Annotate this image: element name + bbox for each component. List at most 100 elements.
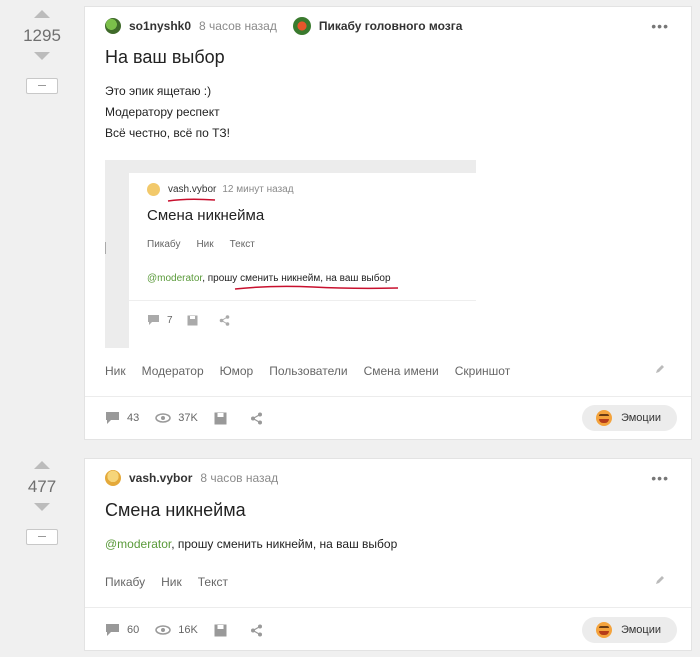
screenshot-text: @moderator, прошу сменить никнейм, на ва… (147, 273, 391, 284)
comment-icon (148, 315, 159, 325)
screenshot-author: vash.vybor (168, 184, 217, 195)
divider (105, 242, 106, 254)
comment-count: 60 (127, 624, 140, 636)
mention-link[interactable]: @moderator (105, 537, 171, 551)
downvote-arrow-icon[interactable] (34, 503, 50, 511)
save-icon (187, 315, 198, 325)
tag-link[interactable]: Ник (105, 364, 126, 378)
views-counter: 37K (155, 412, 198, 424)
emotions-button[interactable]: Эмоции (581, 617, 677, 643)
save-button[interactable] (214, 412, 234, 425)
screenshot-text-rest: , прошу сменить никнейм, на ваш выбор (202, 273, 391, 284)
screenshot-footer: 7 (147, 314, 251, 326)
screenshot-tags: Пикабу Ник Текст (147, 239, 271, 250)
edit-pencil-icon[interactable] (655, 575, 665, 585)
post-card: vash.vybor 8 часов назад ••• Смена никне… (84, 458, 692, 651)
post-title[interactable]: Смена никнейма (105, 500, 246, 521)
downvote-arrow-icon[interactable] (34, 52, 50, 60)
view-count: 16K (178, 624, 198, 636)
divider (85, 396, 691, 397)
author-link[interactable]: so1nyshk0 (129, 19, 191, 33)
eye-icon (155, 625, 171, 635)
post-body: Это эпик ящетаю :) Модератору респект Вс… (105, 81, 230, 144)
body-text: , прошу сменить никнейм, на ваш выбор (171, 537, 398, 551)
post-rating: 477 (27, 477, 57, 496)
more-options-icon[interactable]: ••• (651, 471, 669, 485)
post-title[interactable]: На ваш выбор (105, 47, 225, 68)
post-screenshot-image[interactable]: vash.vybor 12 минут назад Смена никнейма… (105, 160, 476, 348)
share-button[interactable] (250, 624, 270, 637)
tag-link[interactable]: Текст (198, 575, 228, 589)
save-icon-wrap (187, 315, 205, 326)
save-button[interactable] (214, 624, 234, 637)
comments-button[interactable]: 60 (105, 623, 139, 637)
screenshot-title: Смена никнейма (147, 207, 265, 224)
emotions-button[interactable]: Эмоции (581, 405, 677, 431)
screenshot-tag: Текст (229, 239, 255, 250)
laughing-emoji-icon (595, 410, 612, 426)
save-icon (214, 624, 227, 636)
avatar[interactable] (105, 18, 121, 34)
tag-link[interactable]: Пользователи (269, 364, 347, 378)
edit-pencil-icon[interactable] (655, 364, 665, 374)
screenshot-card: vash.vybor 12 минут назад Смена никнейма… (129, 173, 476, 348)
community-link[interactable]: Пикабу головного мозга (319, 19, 463, 33)
red-underline-mark (234, 285, 399, 290)
tag-link[interactable]: Смена имени (364, 364, 439, 378)
comment-icon (106, 624, 119, 636)
screenshot-header: vash.vybor 12 минут назад (147, 183, 294, 196)
upvote-arrow-icon[interactable] (34, 10, 50, 18)
divider (129, 300, 476, 301)
post-footer: 43 37K Эмоции (105, 403, 677, 433)
body-line: Это эпик ящетаю :) (105, 84, 212, 98)
red-underline-mark (167, 198, 216, 202)
post-header: so1nyshk0 8 часов назад Пикабу головного… (105, 16, 671, 36)
divider (85, 607, 691, 608)
author-link[interactable]: vash.vybor (129, 471, 192, 485)
emotions-label: Эмоции (620, 624, 661, 636)
post-time[interactable]: 8 часов назад (200, 471, 278, 485)
more-options-icon[interactable]: ••• (651, 19, 669, 33)
share-icon (250, 624, 262, 636)
collapse-button[interactable] (26, 78, 58, 94)
share-button[interactable] (250, 412, 270, 425)
body-line: Модератору респект (105, 105, 220, 119)
tag-link[interactable]: Модератор (142, 364, 204, 378)
view-count: 37K (178, 412, 198, 424)
eye-icon (155, 413, 171, 423)
share-icon (219, 314, 229, 326)
laughing-emoji-icon (595, 622, 612, 638)
post-footer: 60 16K Эмоции (105, 615, 677, 645)
screenshot-time: 12 минут назад (222, 184, 294, 195)
tag-link[interactable]: Скриншот (455, 364, 510, 378)
screenshot-comments: 7 (147, 314, 173, 326)
community-icon[interactable] (292, 17, 311, 35)
post-rating: 1295 (23, 26, 61, 45)
comment-count: 43 (127, 412, 140, 424)
emotions-label: Эмоции (620, 412, 661, 424)
tag-link[interactable]: Пикабу (105, 575, 145, 589)
post-time[interactable]: 8 часов назад (199, 19, 277, 33)
comment-icon (106, 412, 119, 424)
vote-panel: 1295 (0, 10, 84, 94)
upvote-arrow-icon[interactable] (34, 461, 50, 469)
screenshot-tag: Ник (196, 239, 214, 250)
save-icon (214, 412, 227, 424)
post-card: so1nyshk0 8 часов назад Пикабу головного… (84, 6, 692, 440)
post-header: vash.vybor 8 часов назад (105, 468, 671, 488)
comments-button[interactable]: 43 (105, 411, 139, 425)
tag-list: Пикабу Ник Текст (105, 575, 244, 589)
avatar (147, 183, 160, 196)
tag-link[interactable]: Ник (161, 575, 182, 589)
avatar[interactable] (105, 470, 121, 486)
collapse-button[interactable] (26, 529, 58, 545)
screenshot-tag: Пикабу (147, 239, 181, 250)
tag-list: Ник Модератор Юмор Пользователи Смена им… (105, 364, 526, 378)
body-line: Всё честно, всё по ТЗ! (105, 126, 230, 140)
screenshot-mention: @moderator (147, 273, 203, 284)
views-counter: 16K (155, 624, 198, 636)
vote-panel: 477 (0, 461, 84, 545)
share-icon-wrap (219, 314, 237, 326)
tag-link[interactable]: Юмор (220, 364, 254, 378)
share-icon (250, 412, 262, 424)
